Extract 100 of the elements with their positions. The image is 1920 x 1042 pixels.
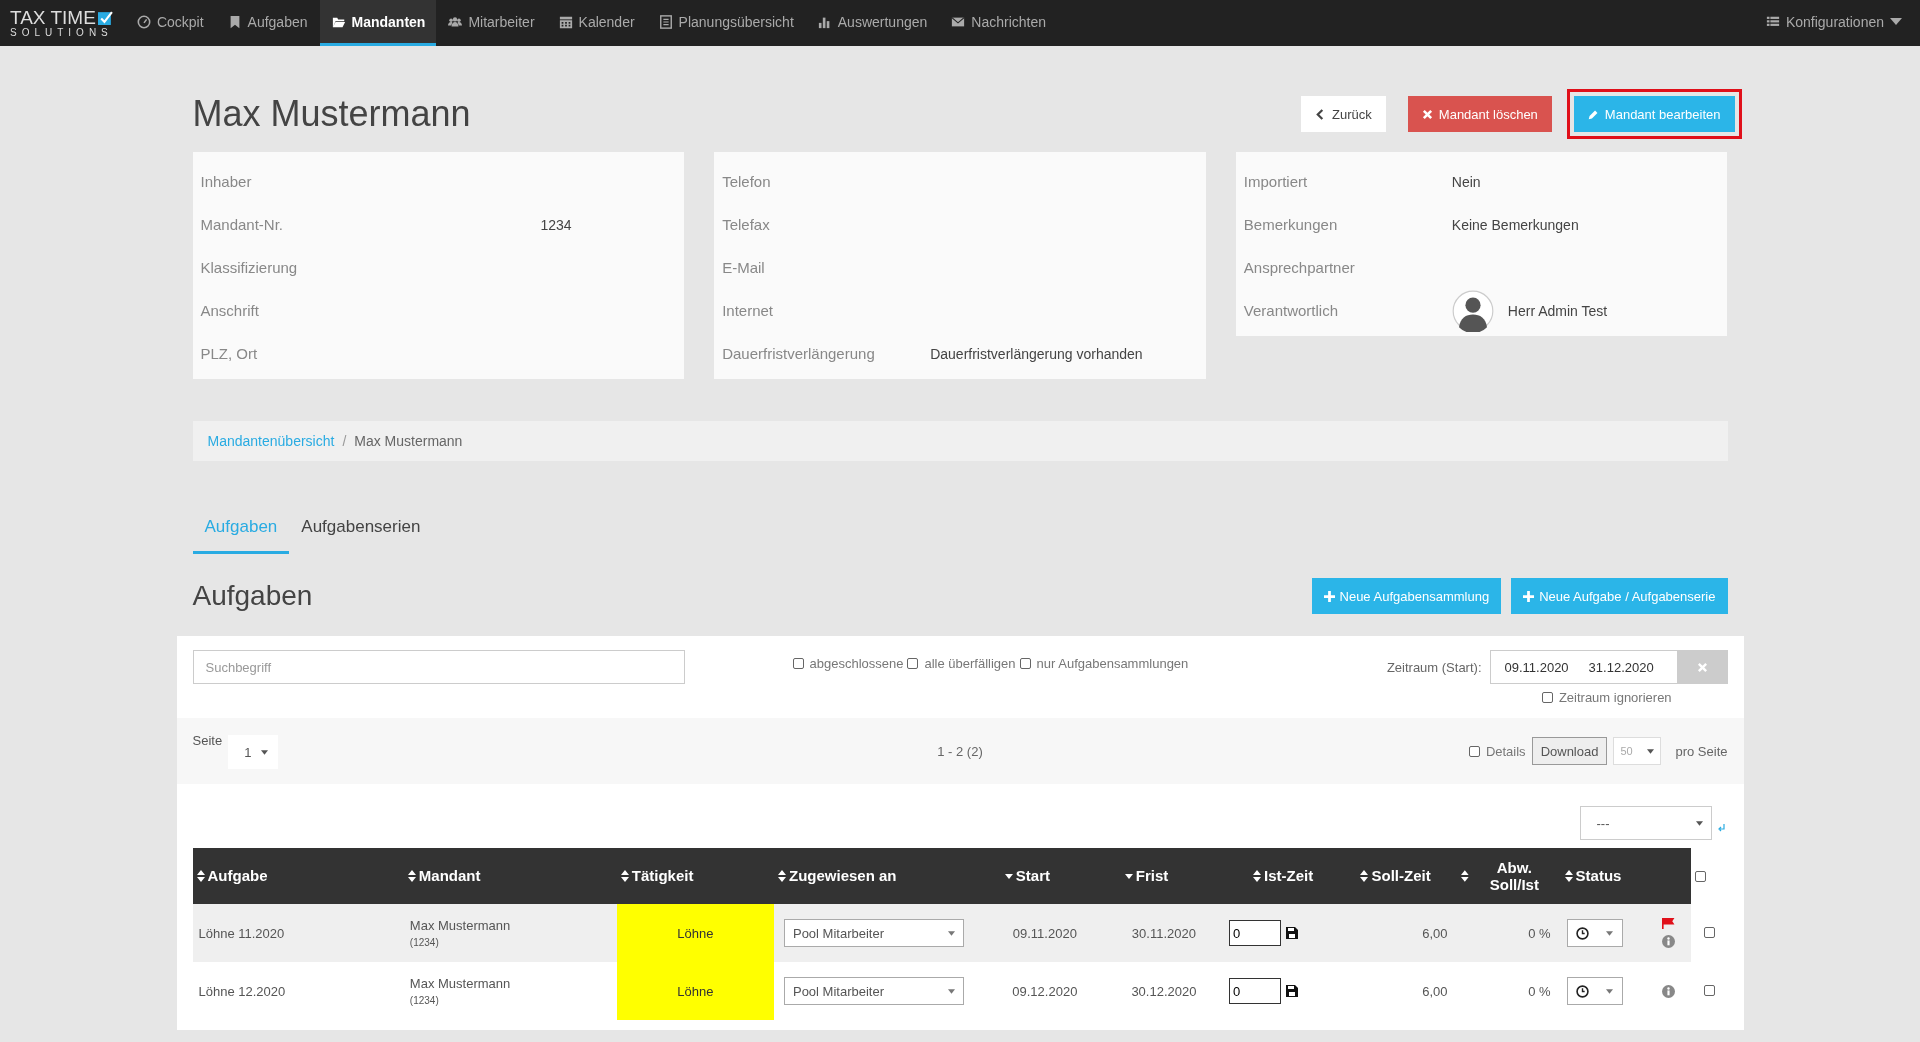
per-page-label: pro Seite (1675, 743, 1728, 759)
table-cell: 30.11.2020 (1104, 904, 1223, 962)
result-count: 1 - 2 (2) (937, 743, 983, 759)
status-select[interactable] (1566, 919, 1623, 947)
column-header[interactable]: Frist (1104, 848, 1223, 904)
actual-time-field[interactable]: 0 (1229, 978, 1281, 1004)
activity-cell: Löhne (616, 904, 774, 962)
tab[interactable]: Aufgabenserien (289, 503, 433, 554)
checkmark-logo-icon (97, 9, 113, 25)
users-icon (448, 14, 463, 29)
save-icon[interactable] (1286, 985, 1298, 997)
info-icon[interactable] (1662, 984, 1676, 998)
caret-icon (1695, 820, 1703, 826)
column-header[interactable]: Ist-Zeit (1223, 848, 1351, 904)
caret-icon (1647, 748, 1655, 754)
nav-item[interactable]: Cockpit (124, 0, 216, 46)
nav-item[interactable]: Nachrichten (939, 0, 1058, 46)
caret-icon (1606, 988, 1614, 994)
checkbox[interactable] (1019, 658, 1031, 669)
table-cell: 09.11.2020 (984, 904, 1105, 962)
assignee-select[interactable]: Pool Mitarbeiter (783, 977, 964, 1005)
column-header[interactable]: Soll-Zeit (1350, 848, 1458, 904)
field-label: Importiert (1243, 173, 1309, 190)
configuration-menu[interactable]: Konfigurationen (1753, 0, 1920, 46)
checkbox[interactable] (1541, 692, 1553, 703)
actual-time-field[interactable]: 0 (1229, 920, 1281, 946)
client-number: (1234) (409, 937, 440, 948)
caret-icon (261, 749, 269, 755)
table-cell: Löhne 11.2020 (192, 904, 404, 962)
search-field[interactable]: Suchbegriff (192, 650, 685, 684)
field-label: Dauerfristverlängerung (722, 345, 876, 362)
nav-item[interactable]: Mandanten (319, 0, 437, 46)
checkbox-label: abgeschlossene (809, 656, 904, 671)
client-name: Max Mustermann (409, 918, 512, 933)
column-header[interactable]: Status (1560, 848, 1647, 904)
breadcrumb-separator: / (342, 433, 347, 449)
column-header[interactable]: Tätigkeit (616, 848, 774, 904)
delete-button[interactable]: Mandant löschen (1407, 96, 1552, 132)
table-cell: 6,00 (1350, 904, 1458, 962)
logo-text: TAX TIME (10, 7, 96, 27)
checkbox[interactable] (792, 658, 804, 669)
field-label: Inhaber (200, 173, 253, 190)
row-checkbox[interactable] (1703, 926, 1715, 938)
download-button[interactable]: Download (1531, 737, 1608, 765)
nav-item[interactable]: Kalender (546, 0, 647, 46)
section-title: Aufgaben (192, 580, 313, 612)
status-select[interactable] (1566, 977, 1623, 1005)
calendar-icon (558, 14, 573, 29)
field-label: Klassifizierung (200, 259, 299, 276)
nav-item[interactable]: Auswertungen (805, 0, 940, 46)
checkbox[interactable] (907, 658, 919, 669)
column-header[interactable]: Zugewiesen an (773, 848, 985, 904)
field-label: Verantwortlich (1243, 302, 1340, 319)
date-range-field[interactable]: 09.11.2020 31.12.2020 (1489, 650, 1678, 684)
pencil-icon (1587, 108, 1599, 120)
checkbox-label: alle überfälligen (924, 656, 1016, 671)
table-cell: 6,00 (1350, 962, 1458, 1020)
nav-item[interactable]: Planungsübersicht (646, 0, 806, 46)
column-header[interactable]: Start (984, 848, 1105, 904)
field-label: Bemerkungen (1243, 216, 1339, 233)
breadcrumb-current-page: Max Mustermann (354, 433, 463, 449)
save-icon[interactable] (1286, 927, 1298, 939)
bulk-action-select[interactable]: --- (1579, 806, 1712, 840)
field-value: Herr Admin Test (1507, 302, 1608, 319)
field-value: Keine Bemerkungen (1451, 216, 1579, 233)
checkbox-label: Zeitraum ignorieren (1558, 690, 1672, 705)
page-select[interactable]: 1 (228, 735, 279, 769)
clock-icon (1576, 926, 1590, 940)
logo-subtitle: SOLUTIONS (10, 26, 113, 39)
plus-icon (1523, 590, 1535, 602)
plus-icon (1323, 590, 1335, 602)
checkbox[interactable] (1468, 745, 1480, 757)
close-icon (1421, 108, 1433, 120)
field-value: 1234 (540, 216, 572, 233)
table-cell: 0 % (1457, 904, 1561, 962)
return-arrow-icon (1717, 824, 1726, 832)
assignee-select[interactable]: Pool Mitarbeiter (783, 919, 964, 947)
nav-item[interactable]: Aufgaben (215, 0, 320, 46)
clock-icon (1576, 984, 1590, 998)
column-header[interactable]: Mandant (403, 848, 617, 904)
caret-icon (947, 930, 955, 936)
client-number: (1234) (409, 995, 440, 1006)
table-cell: 0 % (1457, 962, 1561, 1020)
field-label: PLZ, Ort (200, 345, 259, 362)
field-value: Dauerfristverlängerung vorhanden (930, 345, 1143, 362)
list-icon (658, 14, 673, 29)
nav-item[interactable]: Mitarbeiter (436, 0, 547, 46)
table-cell: 30.12.2020 (1104, 962, 1223, 1020)
field-label: Mandant-Nr. (200, 216, 285, 233)
column-header[interactable]: Aufgabe (192, 848, 404, 904)
select-all-checkbox[interactable] (1695, 870, 1707, 882)
close-icon (1697, 661, 1708, 673)
row-checkbox[interactable] (1703, 984, 1715, 996)
info-icon[interactable] (1662, 935, 1676, 948)
table-cell: 09.12.2020 (984, 962, 1105, 1020)
field-label: Telefax (722, 216, 771, 233)
checkbox-label: Details (1485, 743, 1526, 759)
gauge-icon (136, 14, 151, 29)
column-header[interactable]: Abw. Soll/Ist (1457, 848, 1561, 904)
back-button[interactable]: Zurück (1301, 96, 1386, 132)
